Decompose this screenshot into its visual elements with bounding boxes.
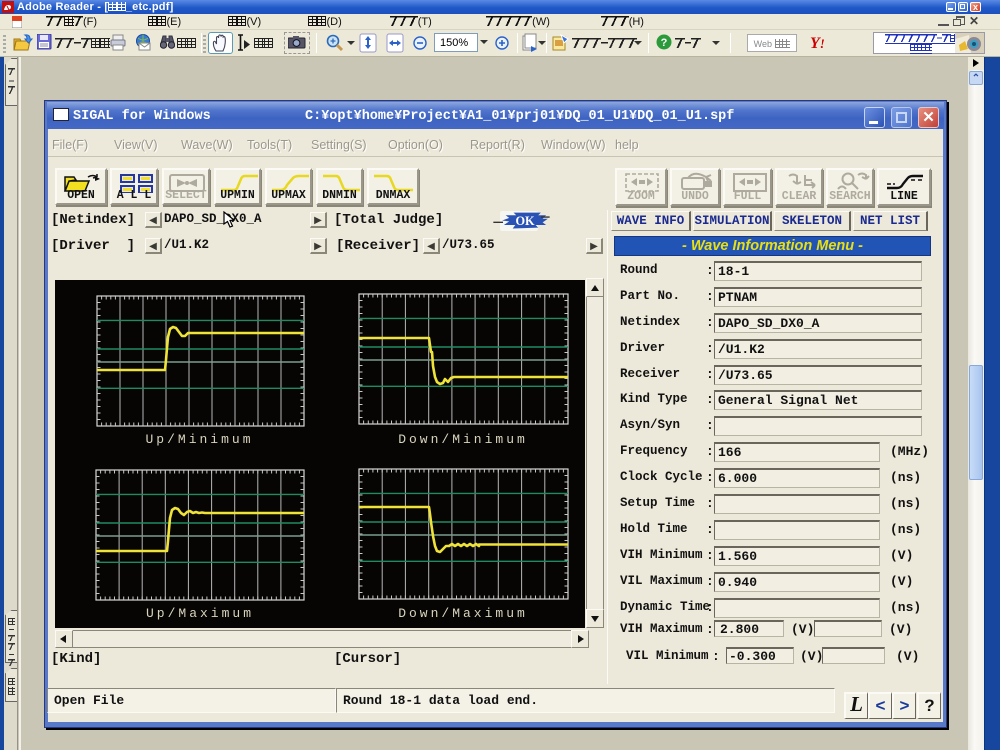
svg-text:?: ? xyxy=(661,37,668,49)
svg-text:Up/Maximum: Up/Maximum xyxy=(146,606,254,621)
svg-text:Up/Minimum: Up/Minimum xyxy=(145,432,253,447)
svg-text:OK: OK xyxy=(515,214,535,228)
svg-text:Down/Maximum: Down/Maximum xyxy=(398,606,528,621)
svg-text:Down/Minimum: Down/Minimum xyxy=(398,432,528,447)
